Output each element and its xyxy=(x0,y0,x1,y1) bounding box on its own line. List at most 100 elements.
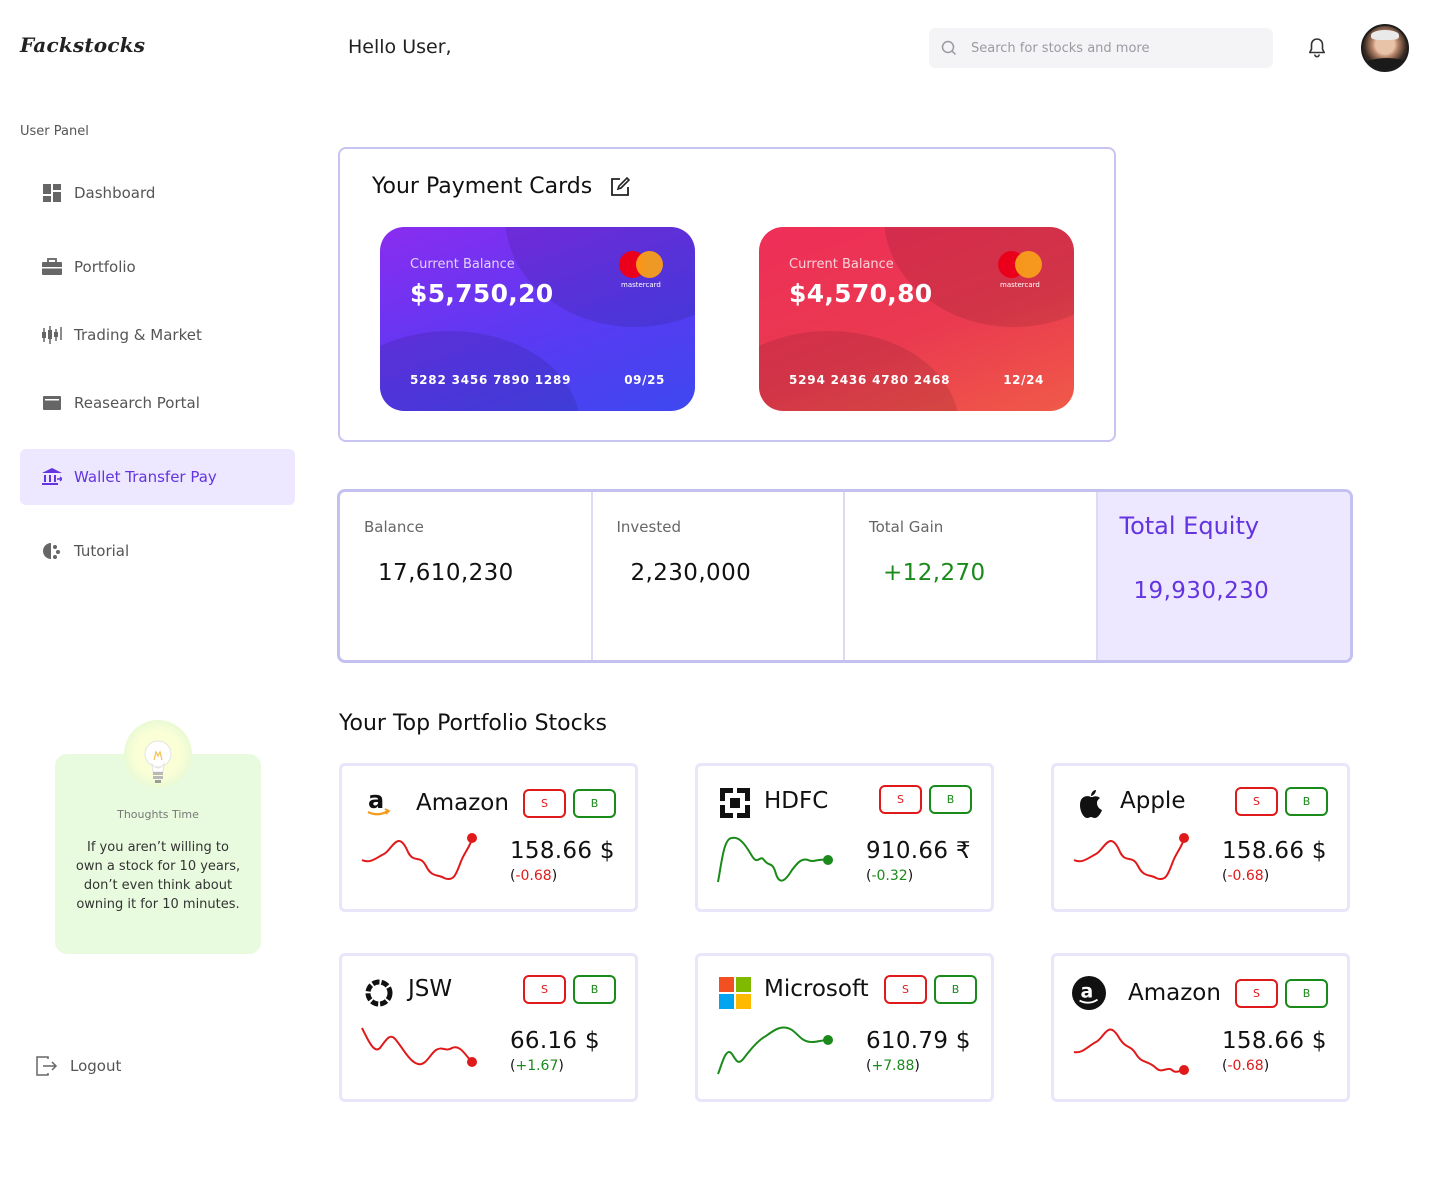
stock-name: Microsoft xyxy=(764,976,869,1002)
card-balance-label: Current Balance xyxy=(410,257,515,272)
buy-button[interactable]: B xyxy=(934,975,977,1004)
sidebar-item-label: Reasearch Portal xyxy=(74,394,200,412)
sell-button[interactable]: S xyxy=(1235,979,1278,1008)
sidebar-item-dashboard[interactable]: Dashboard xyxy=(20,165,295,221)
buy-button[interactable]: B xyxy=(1285,787,1328,816)
sell-button[interactable]: S xyxy=(879,785,922,814)
briefcase-icon xyxy=(42,257,62,277)
user-avatar[interactable] xyxy=(1361,24,1409,72)
card-expiry: 09/25 xyxy=(624,373,665,387)
sidebar-item-portfolio[interactable]: Portfolio xyxy=(20,239,295,295)
payment-cards-panel: Your Payment Cards Current Balance $5,75… xyxy=(338,147,1116,442)
sell-button[interactable]: S xyxy=(523,789,566,818)
equity-value: 19,930,230 xyxy=(1133,578,1270,604)
apple-icon xyxy=(1074,786,1108,820)
stock-price: 158.66 $ xyxy=(1222,838,1327,864)
stock-price: 610.79 $ xyxy=(866,1028,971,1054)
candlestick-icon xyxy=(42,325,62,345)
greeting: Hello User, xyxy=(348,36,452,58)
payment-cards-title-text: Your Payment Cards xyxy=(372,174,593,199)
buy-button[interactable]: B xyxy=(929,785,972,814)
equity-stat: Total Equity 19,930,230 xyxy=(1097,492,1350,660)
invested-label: Invested xyxy=(616,518,681,536)
stock-card-apple[interactable]: Apple S B 158.66 $ (-0.68) xyxy=(1051,763,1350,912)
card-number: 5294 2436 4780 2468 xyxy=(789,373,951,387)
dashboard-icon xyxy=(42,183,62,203)
stock-price: 158.66 $ xyxy=(510,838,615,864)
balance-label: Balance xyxy=(364,518,424,536)
amazon-icon: a xyxy=(362,786,396,820)
logout-icon xyxy=(36,1056,58,1076)
mastercard-logo-icon: mastercard xyxy=(998,251,1044,291)
stock-card-amazon-2[interactable]: a Amazon S B 158.66 $ (-0.68) xyxy=(1051,953,1350,1102)
microsoft-icon xyxy=(718,976,752,1010)
card-balance-amount: $5,750,20 xyxy=(410,279,554,308)
stock-card-amazon[interactable]: a Amazon S B 158.66 $ (-0.68) xyxy=(339,763,638,912)
payment-card-2[interactable]: Current Balance $4,570,80 mastercard 529… xyxy=(759,227,1074,411)
stock-change: (-0.68) xyxy=(510,868,558,884)
stock-name: Amazon xyxy=(416,790,509,816)
sell-button[interactable]: S xyxy=(523,975,566,1004)
sidebar-title: User Panel xyxy=(20,124,89,139)
card-number: 5282 3456 7890 1289 xyxy=(410,373,572,387)
stock-change: (-0.32) xyxy=(866,868,914,884)
stock-sparkline xyxy=(717,1026,833,1075)
balance-stat: Balance 17,610,230 xyxy=(340,492,593,660)
stock-price: 66.16 $ xyxy=(510,1028,600,1054)
stock-sparkline xyxy=(1073,1028,1189,1075)
search-icon xyxy=(941,40,957,56)
search-input[interactable] xyxy=(971,40,1241,56)
svg-text:a: a xyxy=(368,788,384,814)
sell-button[interactable]: S xyxy=(1235,787,1278,816)
thought-text: If you aren’t willing to own a stock for… xyxy=(75,840,241,912)
card-expiry: 12/24 xyxy=(1003,373,1044,387)
svg-text:a: a xyxy=(1081,981,1094,1003)
stock-change: (-0.68) xyxy=(1222,868,1270,884)
stock-name: JSW xyxy=(408,976,453,1002)
payment-cards-title: Your Payment Cards xyxy=(372,174,631,199)
stock-change: (-0.68) xyxy=(1222,1058,1270,1074)
stock-sparkline xyxy=(717,836,833,883)
payment-card-1[interactable]: Current Balance $5,750,20 mastercard 528… xyxy=(380,227,695,411)
stock-card-microsoft[interactable]: Microsoft S B 610.79 $ (+7.88) xyxy=(695,953,994,1102)
gain-label: Total Gain xyxy=(869,518,944,536)
app-logo[interactable]: Fackstocks xyxy=(20,33,145,57)
sidebar-item-label: Wallet Transfer Pay xyxy=(74,468,217,486)
stock-name: Apple xyxy=(1120,788,1186,814)
edit-icon[interactable] xyxy=(610,176,631,197)
balance-value: 17,610,230 xyxy=(378,560,514,586)
sidebar-item-tutorial[interactable]: Tutorial xyxy=(20,523,295,579)
gain-stat: Total Gain +12,270 xyxy=(845,492,1098,660)
gain-value: +12,270 xyxy=(883,560,986,586)
buy-button[interactable]: B xyxy=(573,975,616,1004)
bank-icon xyxy=(42,467,62,487)
sidebar-item-trading[interactable]: Trading & Market xyxy=(20,307,295,363)
sidebar-item-research[interactable]: Reasearch Portal xyxy=(20,375,295,431)
stocks-section-title: Your Top Portfolio Stocks xyxy=(339,711,607,736)
sell-button[interactable]: S xyxy=(884,975,927,1004)
lightbulb-icon xyxy=(144,740,172,783)
stock-card-jsw[interactable]: JSW S B 66.16 $ (+1.67) xyxy=(339,953,638,1102)
invested-stat: Invested 2,230,000 xyxy=(593,492,845,660)
research-icon xyxy=(42,393,62,413)
stock-name: Amazon xyxy=(1128,980,1221,1006)
sidebar-item-label: Tutorial xyxy=(74,542,130,560)
sidebar-item-wallet[interactable]: Wallet Transfer Pay xyxy=(20,449,295,505)
stock-name: HDFC xyxy=(764,788,829,814)
buy-button[interactable]: B xyxy=(1285,979,1328,1008)
sidebar-item-label: Dashboard xyxy=(74,184,156,202)
stock-change: (+7.88) xyxy=(866,1058,920,1074)
equity-label: Total Equity xyxy=(1119,512,1260,540)
mastercard-logo-icon: mastercard xyxy=(619,251,665,291)
logout-label: Logout xyxy=(70,1057,122,1075)
stock-sparkline xyxy=(1073,833,1189,880)
buy-button[interactable]: B xyxy=(573,789,616,818)
stock-price: 158.66 $ xyxy=(1222,1028,1327,1054)
sidebar-item-label: Portfolio xyxy=(74,258,136,276)
stock-card-hdfc[interactable]: HDFC S B 910.66 ₹ (-0.32) xyxy=(695,763,994,912)
logout-button[interactable]: Logout xyxy=(36,1056,121,1076)
notification-bell-icon[interactable] xyxy=(1305,36,1329,60)
tutorial-icon xyxy=(42,541,62,561)
stock-sparkline xyxy=(361,833,477,880)
search-bar[interactable] xyxy=(929,28,1273,68)
